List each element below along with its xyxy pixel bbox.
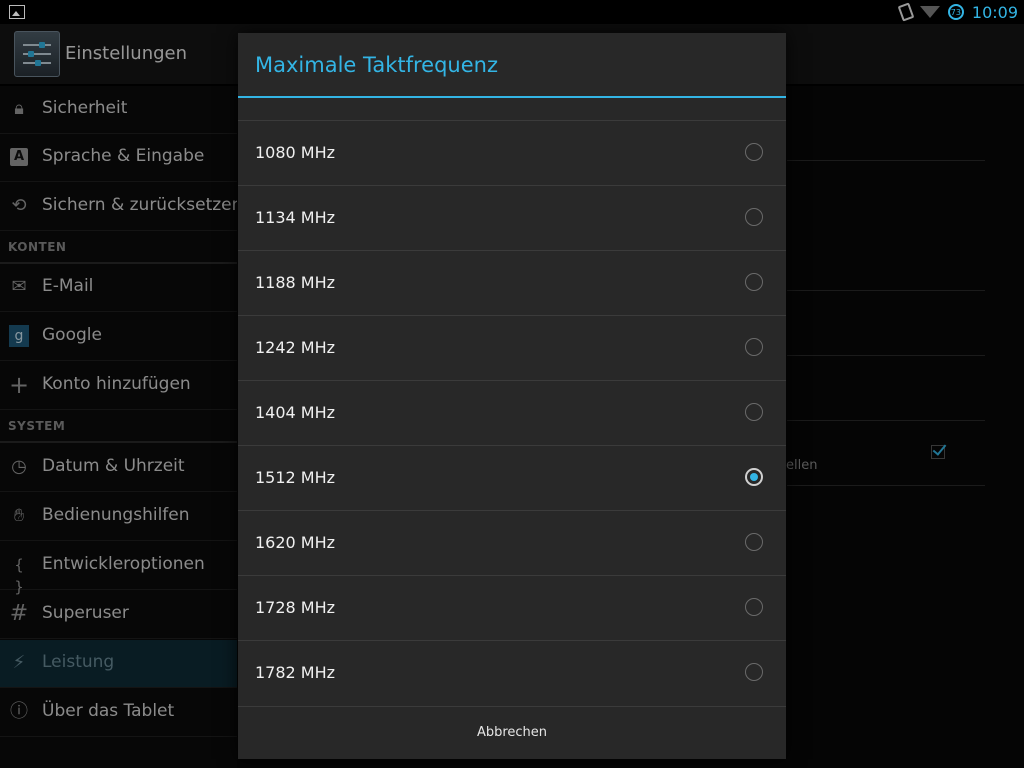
frequency-option-label: 1782 MHz [255, 663, 336, 682]
radio-button[interactable] [745, 273, 763, 291]
status-icons: 73 10:09 [897, 0, 1018, 24]
frequency-option[interactable]: 1134 MHz [238, 185, 786, 250]
frequency-option[interactable]: 1620 MHz [238, 510, 786, 575]
frequency-option-label: 1620 MHz [255, 533, 336, 552]
battery-icon: 73 [947, 4, 964, 20]
gallery-notification-icon [9, 5, 25, 19]
frequency-option[interactable]: 1404 MHz [238, 380, 786, 445]
frequency-option[interactable]: 1080 MHz [238, 120, 786, 185]
frequency-option-label: 1728 MHz [255, 598, 336, 617]
status-bar: 73 10:09 [0, 0, 1024, 24]
radio-button[interactable] [745, 598, 763, 616]
frequency-option-label: 1134 MHz [255, 208, 336, 227]
frequency-option[interactable]: 1188 MHz [238, 250, 786, 315]
dialog-footer: Abbrechen [238, 706, 786, 759]
frequency-option[interactable]: 1242 MHz [238, 315, 786, 380]
radio-button-selected[interactable] [745, 468, 763, 486]
frequency-option-label: 1512 MHz [255, 468, 336, 487]
frequency-option-label: 1188 MHz [255, 273, 336, 292]
radio-button[interactable] [745, 533, 763, 551]
clock: 10:09 [971, 2, 1018, 22]
wifi-icon [919, 6, 940, 18]
radio-button[interactable] [745, 663, 763, 681]
frequency-option-list[interactable]: 1080 MHz 1134 MHz 1188 MHz 1242 MHz 1404… [238, 98, 786, 706]
frequency-option[interactable]: 1728 MHz [238, 575, 786, 640]
frequency-option-label: 1242 MHz [255, 338, 336, 357]
frequency-option-label: 1080 MHz [255, 143, 336, 162]
radio-button[interactable] [745, 403, 763, 421]
frequency-option-selected[interactable]: 1512 MHz [238, 445, 786, 510]
vibrate-icon [897, 2, 915, 22]
cancel-button[interactable]: Abbrechen [238, 707, 786, 759]
dialog-title: Maximale Taktfrequenz [255, 53, 498, 77]
max-frequency-dialog: Maximale Taktfrequenz 1080 MHz 1134 MHz … [238, 33, 786, 759]
radio-button[interactable] [745, 208, 763, 226]
frequency-option-label: 1404 MHz [255, 403, 336, 422]
radio-button[interactable] [745, 143, 763, 161]
radio-button[interactable] [745, 338, 763, 356]
frequency-option[interactable]: 1782 MHz [238, 640, 786, 705]
